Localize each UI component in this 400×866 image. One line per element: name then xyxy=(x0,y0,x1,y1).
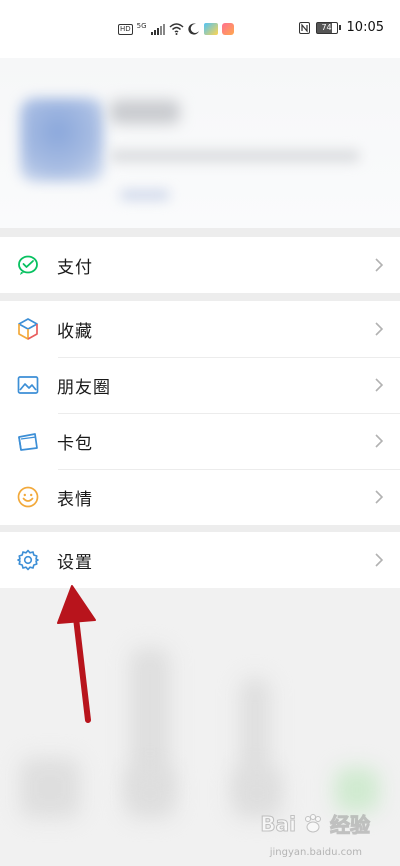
clock: 10:05 xyxy=(346,20,384,35)
network-type: 5G xyxy=(136,22,147,30)
menu-label-pay: 支付 xyxy=(57,257,93,278)
profile-id-blurred xyxy=(110,150,360,162)
menu-item-pay[interactable]: 支付 xyxy=(0,237,400,293)
favorites-cube-icon xyxy=(16,317,40,341)
card-wallet-icon xyxy=(16,429,40,453)
avatar[interactable] xyxy=(20,98,104,182)
moments-image-icon xyxy=(16,373,40,397)
menu-item-favorites[interactable]: 收藏 xyxy=(0,301,400,357)
profile-status-blurred xyxy=(120,190,170,200)
chevron-right-icon xyxy=(375,553,384,567)
battery-icon: 74 xyxy=(315,21,341,34)
menu-label-card-wallet: 卡包 xyxy=(57,433,93,454)
emoji-smile-icon xyxy=(16,485,40,509)
profile-name-blurred xyxy=(110,100,180,124)
pay-group: 支付 xyxy=(0,237,400,293)
main-group: 收藏 朋友圈 卡包 表情 xyxy=(0,301,400,525)
settings-group: 设置 xyxy=(0,532,400,588)
status-indicators: HD 5G xyxy=(118,22,234,36)
app-notification-icon xyxy=(203,23,218,35)
chevron-right-icon xyxy=(375,490,384,504)
wechat-pay-icon xyxy=(16,253,40,277)
wifi-icon xyxy=(169,23,184,35)
blur-shape xyxy=(335,768,379,812)
chevron-right-icon xyxy=(375,322,384,336)
moon-icon xyxy=(187,23,199,35)
settings-gear-icon xyxy=(16,548,40,572)
menu-item-emoji[interactable]: 表情 xyxy=(0,469,400,525)
nfc-icon xyxy=(298,21,310,34)
chevron-right-icon xyxy=(375,258,384,272)
paw-icon xyxy=(305,813,321,832)
menu-item-settings[interactable]: 设置 xyxy=(0,532,400,588)
menu-item-moments[interactable]: 朋友圈 xyxy=(0,357,400,413)
menu-label-settings: 设置 xyxy=(57,552,93,573)
chevron-right-icon xyxy=(375,378,384,392)
menu-label-favorites: 收藏 xyxy=(57,321,93,342)
battery-level: 74 xyxy=(315,21,338,34)
chevron-right-icon xyxy=(375,434,384,448)
hd-badge: HD xyxy=(118,23,133,35)
status-right: 74 10:05 xyxy=(298,20,384,35)
signal-icon xyxy=(150,24,165,35)
menu-label-emoji: 表情 xyxy=(57,489,93,510)
watermark-text: 经验 xyxy=(330,813,371,838)
blur-shape xyxy=(20,758,80,818)
watermark: Bai 经验 xyxy=(260,809,371,838)
watermark-url: jingyan.baidu.com xyxy=(269,847,362,858)
menu-item-card-wallet[interactable]: 卡包 xyxy=(0,413,400,469)
menu-label-moments: 朋友圈 xyxy=(57,377,111,398)
profile-header[interactable] xyxy=(0,58,400,228)
blur-shape xyxy=(125,768,175,818)
wechat-me-screen: HD 5G 74 10:05 支付 收藏 朋友圈 卡包 表情 设置 Bai 经验… xyxy=(0,0,400,866)
watermark-logo: Bai xyxy=(260,811,297,836)
status-bar: HD 5G 74 10:05 xyxy=(0,0,400,58)
app-notification-icon-2 xyxy=(221,23,234,35)
